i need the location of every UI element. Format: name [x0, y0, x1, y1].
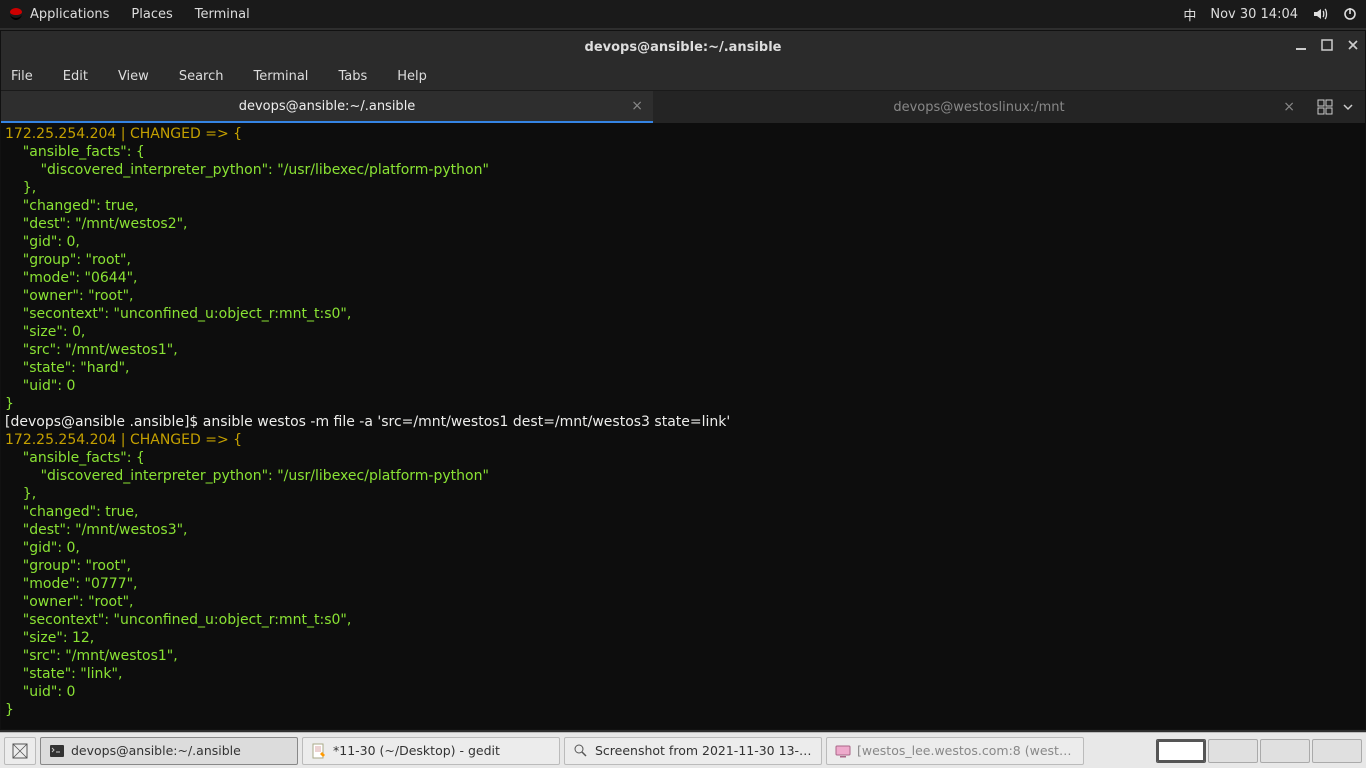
tab-label: devops@ansible:~/.ansible: [239, 99, 416, 114]
image-viewer-icon: [573, 743, 589, 759]
task-screenshot[interactable]: Screenshot from 2021-11-30 13-4…: [564, 737, 822, 765]
workspace-2[interactable]: [1208, 739, 1258, 763]
vnc-icon: [835, 743, 851, 759]
menu-applications[interactable]: Applications: [30, 7, 109, 22]
show-desktop-button[interactable]: [4, 737, 36, 765]
menu-edit[interactable]: Edit: [57, 67, 94, 86]
task-vnc[interactable]: [westos_lee.westos.com:8 (westos)…: [826, 737, 1084, 765]
menu-places[interactable]: Places: [131, 7, 172, 22]
terminal-content[interactable]: 172.25.254.204 | CHANGED => { "ansible_f…: [1, 123, 1365, 729]
menu-tabs[interactable]: Tabs: [332, 67, 373, 86]
shell-command: ansible westos -m file -a 'src=/mnt/west…: [203, 414, 730, 430]
menu-help[interactable]: Help: [391, 67, 433, 86]
power-icon[interactable]: [1342, 6, 1358, 22]
task-label: Screenshot from 2021-11-30 13-4…: [595, 743, 813, 758]
task-label: *11-30 (~/Desktop) - gedit: [333, 743, 500, 758]
workspace-4[interactable]: [1312, 739, 1362, 763]
terminal-menubar: File Edit View Search Terminal Tabs Help: [1, 63, 1365, 91]
show-desktop-icon: [12, 743, 28, 759]
workspace-switcher: [1156, 739, 1362, 763]
tab-label: devops@westoslinux:/mnt: [893, 100, 1064, 115]
task-terminal[interactable]: devops@ansible:~/.ansible: [40, 737, 298, 765]
ansible-result-body: "ansible_facts": { "discovered_interpret…: [5, 450, 489, 718]
desktop-topbar: Applications Places Terminal 中 Nov 30 14…: [0, 0, 1366, 28]
workspace-1[interactable]: [1156, 739, 1206, 763]
ansible-result-header: 172.25.254.204 | CHANGED => {: [5, 126, 242, 142]
window-title: devops@ansible:~/.ansible: [585, 40, 782, 55]
tab-westoslinux[interactable]: devops@westoslinux:/mnt ×: [653, 91, 1305, 123]
gedit-icon: [311, 743, 327, 759]
menu-terminal[interactable]: Terminal: [247, 67, 314, 86]
task-label: devops@ansible:~/.ansible: [71, 743, 241, 758]
tab-close-icon[interactable]: ×: [1283, 99, 1295, 115]
maximize-button[interactable]: [1321, 39, 1333, 55]
volume-icon[interactable]: [1312, 6, 1328, 22]
menu-file[interactable]: File: [5, 67, 39, 86]
terminal-icon: [49, 743, 65, 759]
menu-view[interactable]: View: [112, 67, 155, 86]
tab-overview-icon[interactable]: [1317, 99, 1333, 115]
ansible-result-body: "ansible_facts": { "discovered_interpret…: [5, 144, 489, 412]
task-label: [westos_lee.westos.com:8 (westos)…: [857, 743, 1075, 758]
tab-ansible[interactable]: devops@ansible:~/.ansible ×: [1, 91, 653, 123]
tab-close-icon[interactable]: ×: [631, 98, 643, 114]
tab-menu-chevron-icon[interactable]: [1343, 102, 1353, 112]
workspace-3[interactable]: [1260, 739, 1310, 763]
redhat-icon: [8, 6, 24, 22]
shell-prompt: [devops@ansible .ansible]$: [5, 414, 203, 430]
menu-terminal-app[interactable]: Terminal: [195, 7, 250, 22]
desktop-taskbar: devops@ansible:~/.ansible *11-30 (~/Desk…: [0, 732, 1366, 768]
terminal-tabbar: devops@ansible:~/.ansible × devops@westo…: [1, 91, 1365, 123]
window-titlebar[interactable]: devops@ansible:~/.ansible: [1, 31, 1365, 63]
terminal-window: devops@ansible:~/.ansible File Edit View…: [0, 30, 1366, 730]
minimize-button[interactable]: [1295, 39, 1307, 55]
clock[interactable]: Nov 30 14:04: [1210, 7, 1298, 22]
ime-indicator[interactable]: 中: [1183, 5, 1196, 24]
ansible-result-header: 172.25.254.204 | CHANGED => {: [5, 432, 242, 448]
menu-search[interactable]: Search: [173, 67, 230, 86]
close-button[interactable]: [1347, 39, 1359, 55]
task-gedit[interactable]: *11-30 (~/Desktop) - gedit: [302, 737, 560, 765]
